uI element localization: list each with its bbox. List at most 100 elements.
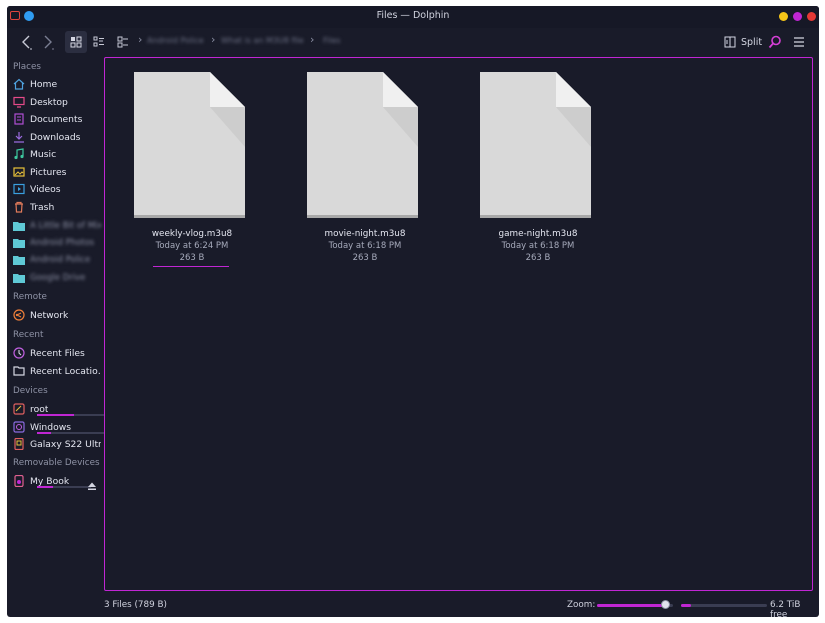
sidebar-item-folder[interactable]: Android Police (13, 252, 101, 268)
search-button[interactable] (767, 31, 783, 53)
zoom-label: Zoom: (567, 600, 596, 610)
sidebar-item-network[interactable]: Network (13, 307, 101, 323)
capacity-fill (37, 432, 51, 434)
recent-locations-icon (13, 365, 25, 377)
details-view-button[interactable] (89, 31, 109, 53)
sidebar-item-label: Home (30, 78, 58, 90)
toolbar: › Android Police › What is an M3U8 file … (7, 28, 819, 56)
file-name: movie-night.m3u8 (324, 229, 406, 239)
network-icon (13, 309, 25, 321)
file-date: Today at 6:18 PM (328, 241, 402, 251)
windows-drive-icon (13, 421, 25, 433)
file-view[interactable]: weekly-vlog.m3u8 Today at 6:24 PM 263 B … (104, 57, 813, 591)
capacity-fill (37, 486, 54, 488)
icons-view-icon (70, 36, 82, 48)
external-drive-icon (13, 475, 25, 487)
file-size: 263 B (352, 253, 378, 263)
zoom-slider-handle[interactable] (661, 600, 671, 609)
file-name: weekly-vlog.m3u8 (151, 229, 233, 239)
forward-button[interactable] (39, 31, 57, 53)
split-button-icon-wrap[interactable] (723, 31, 737, 53)
breadcrumb-item[interactable]: Android Police (147, 36, 204, 45)
folder-icon (13, 220, 25, 232)
disk-space-fill (681, 604, 692, 607)
back-button[interactable] (17, 31, 35, 53)
phone-icon (13, 438, 25, 450)
hamburger-menu-icon (794, 37, 804, 47)
document-icon (134, 72, 245, 218)
sidebar-item-label: Music (30, 148, 57, 160)
sidebar-item-recent-files[interactable]: Recent Files (13, 345, 101, 361)
folder-icon (13, 272, 25, 284)
desktop-icon (13, 96, 25, 108)
chevron-right-icon: › (211, 33, 216, 46)
sidebar-item-pictures[interactable]: Pictures (13, 164, 101, 180)
capacity-bar (37, 414, 105, 416)
downloads-icon (13, 131, 25, 143)
sidebar-item-label: Galaxy S22 Ultra (30, 438, 101, 450)
document-icon (307, 72, 418, 218)
sidebar-item-windows[interactable]: Windows (13, 418, 105, 436)
sidebar-item-desktop[interactable]: Desktop (13, 94, 101, 110)
sidebar-item-label: Trash (30, 201, 55, 213)
sidebar-item-folder[interactable]: A Little Bit of Mix (13, 218, 101, 234)
places-panel: Places Home Desktop Documents Downloads … (7, 58, 105, 598)
chevron-right-icon (44, 35, 54, 50)
sidebar-item-folder[interactable]: Google Drive (13, 270, 101, 286)
music-icon (13, 148, 25, 160)
section-devices: Devices (13, 386, 48, 396)
sidebar-item-documents[interactable]: Documents (13, 111, 101, 127)
sidebar-item-label: Pictures (30, 166, 67, 178)
menu-button[interactable] (791, 31, 807, 53)
sidebar-item-folder[interactable]: Android Photos (13, 235, 101, 251)
file-name: game-night.m3u8 (498, 229, 578, 239)
minimize-button[interactable] (779, 12, 788, 21)
file-date: Today at 6:18 PM (501, 241, 575, 251)
icons-view-button[interactable] (65, 31, 87, 53)
folder-icon (13, 254, 25, 266)
split-view-icon (724, 36, 736, 48)
sidebar-item-downloads[interactable]: Downloads (13, 129, 101, 145)
sidebar-item-music[interactable]: Music (13, 146, 101, 162)
sidebar-item-videos[interactable]: Videos (13, 181, 101, 197)
capacity-bar (37, 432, 105, 434)
breadcrumb-item[interactable]: Files (323, 36, 341, 45)
sidebar-item-label: Recent Files (30, 347, 85, 359)
section-recent: Recent (13, 330, 44, 340)
compact-view-button[interactable] (113, 31, 133, 53)
close-button[interactable] (807, 12, 816, 21)
split-button[interactable]: Split (741, 37, 762, 48)
title-bar[interactable]: Files — Dolphin (7, 6, 819, 28)
search-icon (768, 35, 781, 49)
zoom-slider[interactable] (597, 600, 673, 609)
sidebar-item-trash[interactable]: Trash (13, 199, 101, 215)
videos-icon (13, 183, 25, 195)
sidebar-item-label: Documents (30, 113, 83, 125)
file-date: Today at 6:24 PM (155, 241, 229, 251)
sidebar-item-label: Network (30, 309, 69, 321)
section-remote: Remote (13, 292, 47, 302)
documents-icon (13, 113, 25, 125)
sidebar-item-root[interactable]: root (13, 400, 105, 418)
details-view-icon (93, 36, 104, 47)
chevron-right-icon: › (138, 33, 143, 46)
sidebar-item-label: Recent Locatio… (30, 365, 101, 377)
sidebar-item-home[interactable]: Home (13, 76, 101, 92)
breadcrumb-item[interactable]: What is an M3U8 file (221, 36, 304, 45)
chevron-left-icon (22, 35, 32, 50)
sidebar-item-label: Android Police (30, 255, 91, 265)
maximize-button[interactable] (793, 12, 802, 21)
sidebar-item-phone[interactable]: Galaxy S22 Ultra (13, 436, 101, 452)
section-places: Places (13, 62, 41, 72)
disk-space-bar (681, 604, 767, 607)
sidebar-item-label: Videos (30, 183, 61, 195)
capacity-fill (37, 414, 75, 416)
folder-icon (13, 237, 25, 249)
eject-icon (88, 482, 96, 490)
hover-underline (153, 266, 229, 267)
sidebar-item-recent-locations[interactable]: Recent Locatio… (13, 363, 101, 379)
sidebar-item-label: Google Drive (30, 273, 86, 283)
section-removable-devices: Removable Devices (13, 458, 100, 468)
pictures-icon (13, 166, 25, 178)
eject-button[interactable] (87, 476, 97, 495)
